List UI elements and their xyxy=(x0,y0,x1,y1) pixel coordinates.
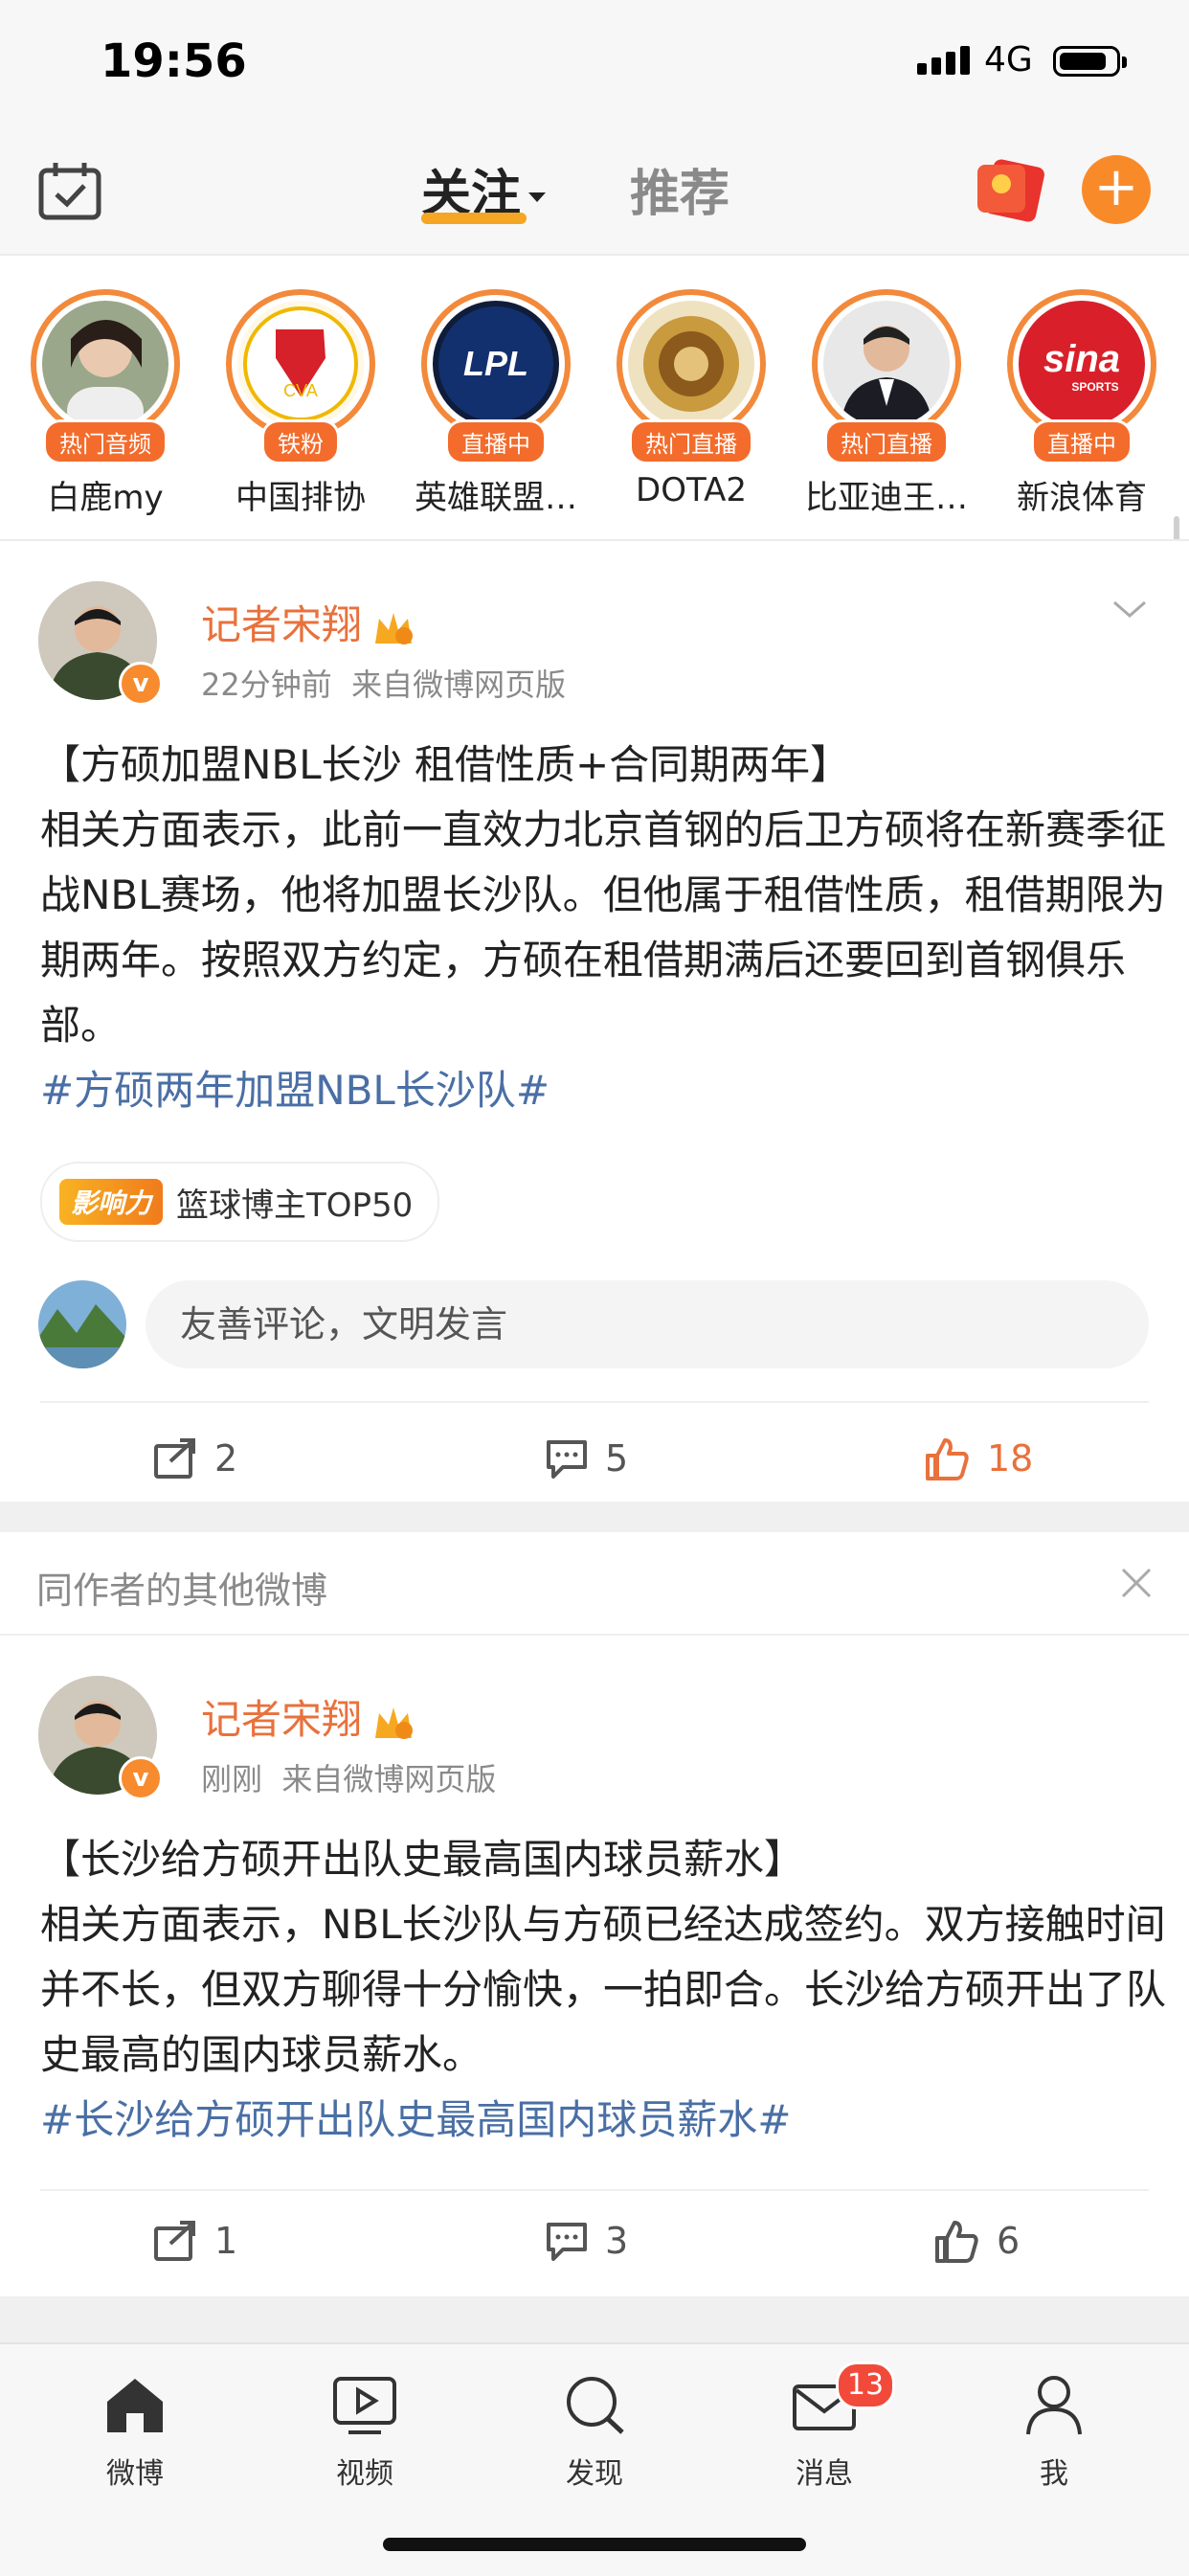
comment-icon xyxy=(547,1440,587,1479)
like-button[interactable]: 18 xyxy=(924,1420,1033,1497)
section-gap xyxy=(0,2296,1189,2342)
post-title-line: 【方硕加盟NBL长沙 租借性质+合同期两年】 xyxy=(40,741,851,788)
author-name[interactable]: 记者宋翔 xyxy=(201,1687,415,1746)
story-avatar xyxy=(823,301,950,427)
comment-icon xyxy=(547,2223,587,2261)
tab-home[interactable]: 微博 xyxy=(68,2373,202,2492)
post-text: 【方硕加盟NBL长沙 租借性质+合同期两年】 相关方面表示，此前一直效力北京首钢… xyxy=(40,733,1170,1123)
story-name: DOTA2 xyxy=(636,471,747,509)
section-title: 同作者的其他微博 xyxy=(36,1570,328,1612)
battery-icon xyxy=(1053,46,1127,77)
post-title-line: 【长沙给方硕开出队史最高国内球员薪水】 xyxy=(40,1836,805,1883)
tab-discover[interactable]: 发现 xyxy=(527,2373,662,2492)
comment-input[interactable]: 友善评论，文明发言 xyxy=(146,1280,1149,1368)
post-body: 相关方面表示，NBL长沙队与方硕已经达成签约。双方接触时间并不长，但双方聊得十分… xyxy=(40,1901,1167,2078)
story-badge: 直播中 xyxy=(1031,419,1133,464)
post-meta: 刚刚 来自微博网页版 xyxy=(201,1761,497,1797)
repost-button[interactable]: 1 xyxy=(153,2203,237,2279)
author-avatar[interactable]: v xyxy=(38,1676,163,1800)
profile-icon xyxy=(1026,2376,1082,2435)
influence-badge: 影响力 xyxy=(59,1179,164,1225)
author-name[interactable]: 记者宋翔 xyxy=(201,593,415,651)
repost-button[interactable]: 2 xyxy=(153,1420,237,1497)
repost-icon xyxy=(154,2221,195,2261)
search-icon xyxy=(567,2377,624,2434)
repost-icon xyxy=(154,1438,195,1479)
post-text: 【长沙给方硕开出队史最高国内球员薪水】 相关方面表示，NBL长沙队与方硕已经达成… xyxy=(40,1827,1170,2153)
story-avatar: LPL xyxy=(433,301,559,427)
like-button[interactable]: 6 xyxy=(933,2203,1020,2279)
comment-button[interactable]: 3 xyxy=(546,2203,628,2279)
tab-recommend[interactable]: 推荐 xyxy=(630,153,729,225)
video-icon xyxy=(333,2377,396,2434)
hashtag-link[interactable]: #方硕两年加盟NBL长沙队# xyxy=(40,1058,1170,1123)
tab-messages[interactable]: 消息 13 xyxy=(757,2361,895,2492)
cva-logo-text: CVA xyxy=(283,381,318,400)
divider xyxy=(40,1401,1149,1403)
checkin-calendar-icon[interactable] xyxy=(38,161,101,220)
verified-icon: v xyxy=(119,1756,163,1800)
signal-icon xyxy=(917,46,970,75)
status-bar: 19:56 4G xyxy=(0,0,1189,124)
story-avatar: sina SPORTS xyxy=(1019,301,1145,427)
network-type: 4G xyxy=(984,40,1033,79)
top-nav: 关注 推荐 + xyxy=(0,124,1189,256)
post-card: v 记者宋翔 刚刚 来自微博网页版 【长沙给方硕开出队史最高国内球员薪水】 相关… xyxy=(0,1636,1189,2296)
close-icon[interactable] xyxy=(1120,1567,1153,1599)
story-badge: 热门音频 xyxy=(43,419,168,464)
crown-icon xyxy=(375,612,414,644)
section-header: 同作者的其他微博 xyxy=(0,1532,1189,1636)
author-avatar[interactable]: v xyxy=(38,581,163,706)
story-badge: 热门直播 xyxy=(824,419,949,464)
story-avatar xyxy=(628,301,754,427)
post-card: v 记者宋翔 22分钟前 来自微博网页版 【方硕加盟NBL长沙 租借性质+合同期… xyxy=(0,541,1189,1499)
sina-sports-logo-text: SPORTS xyxy=(1071,380,1118,394)
tab-me[interactable]: 我 xyxy=(987,2373,1121,2492)
status-time: 19:56 xyxy=(101,34,247,88)
crown-icon xyxy=(375,1706,414,1739)
home-icon xyxy=(107,2379,163,2432)
story-name: 白鹿my xyxy=(47,479,164,517)
story-name: 中国排协 xyxy=(236,479,366,517)
story-avatar xyxy=(42,301,168,427)
thumbs-up-icon xyxy=(926,1438,969,1480)
verified-icon: v xyxy=(119,662,163,706)
story-badge: 铁粉 xyxy=(261,419,340,464)
comment-button[interactable]: 5 xyxy=(546,1420,628,1497)
red-packet-icon[interactable] xyxy=(972,153,1048,222)
story-avatar: CVA xyxy=(237,301,364,427)
influence-tag[interactable]: 影响力 篮球博主TOP50 xyxy=(40,1162,440,1242)
story-badge: 直播中 xyxy=(445,419,547,464)
tab-video[interactable]: 视频 xyxy=(298,2373,432,2492)
story-name: 比亚迪王… xyxy=(805,479,968,517)
story-badge: 热门直播 xyxy=(629,419,753,464)
sina-logo-text: sina xyxy=(1043,338,1120,380)
active-tab-underline xyxy=(421,213,527,224)
my-avatar xyxy=(38,1280,126,1368)
story-name: 新浪体育 xyxy=(1017,479,1147,517)
stories-row: 热门音频 白鹿my CVA 铁粉 中国排协 LPL 直播中 英雄联盟… 热门直播… xyxy=(0,256,1189,541)
section-gap xyxy=(0,1502,1189,1532)
plus-button[interactable]: + xyxy=(1082,155,1151,224)
divider xyxy=(40,2189,1149,2191)
scroll-indicator xyxy=(1174,516,1179,539)
hashtag-link[interactable]: #长沙给方硕开出队史最高国内球员薪水# xyxy=(40,2088,1170,2153)
post-body: 相关方面表示，此前一直效力北京首钢的后卫方硕将在新赛季征战NBL赛场，他将加盟长… xyxy=(40,806,1167,1049)
thumbs-up-icon xyxy=(935,2221,978,2263)
unread-badge: 13 xyxy=(836,2361,895,2409)
story-name: 英雄联盟… xyxy=(415,479,577,517)
chevron-down-icon[interactable] xyxy=(1110,599,1149,621)
caret-down-icon xyxy=(528,192,547,202)
post-meta: 22分钟前 来自微博网页版 xyxy=(201,667,567,703)
home-indicator xyxy=(383,2538,806,2551)
lpl-logo-text: LPL xyxy=(463,344,528,383)
